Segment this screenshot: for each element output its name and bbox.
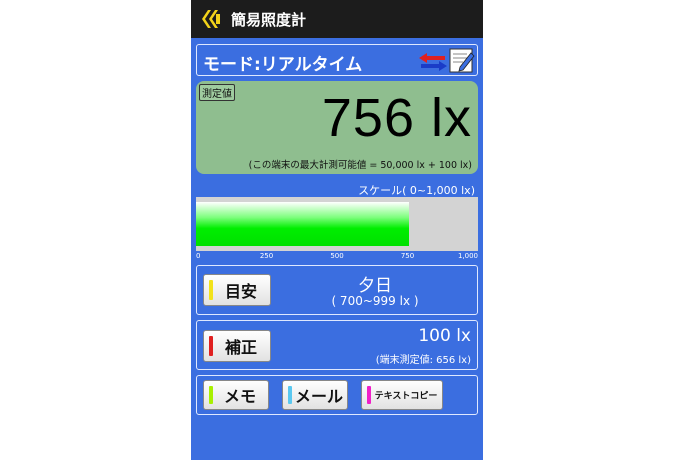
max-measurable-note: (この端末の最大計測可能値 = 50,000 lx + 100 lx) [248,160,472,171]
correction-row: 補正 100 lx (端末測定値: 656 lx) [196,320,478,370]
scale-label: スケール( 0~1,000 lx) [358,184,475,197]
memo-button[interactable]: メモ [203,380,269,410]
app-title: 簡易照度計 [231,11,307,29]
guide-button-stripe [209,280,213,300]
guide-level-range: ( 700~999 lx ) [331,294,419,308]
mail-button-label: メール [295,387,344,406]
correction-button-label: 補正 [224,338,257,357]
scale-tick-label: 1,000 [457,252,478,260]
title-bar: 簡易照度計 [191,0,483,38]
reading-tag: 測定値 [199,84,235,101]
device-measured-value: (端末測定値: 656 lx) [375,355,471,366]
text-copy-button-stripe [367,386,371,404]
back-chevron-icon[interactable] [199,8,223,30]
correction-value: 100 lx [418,326,471,346]
guide-button-label: 目安 [224,282,257,301]
scale-ticks: 0 250 500 750 1,000 [196,251,478,263]
text-copy-button[interactable]: テキストコピー [361,380,443,410]
lux-bar-fill [196,202,410,246]
memo-button-stripe [209,386,213,404]
scale-tick-label: 750 [400,252,415,260]
lux-bar-track [196,197,478,251]
reading-panel: 測定値 756 lx (この端末の最大計測可能値 = 50,000 lx + 1… [196,81,478,174]
guide-level-name: 夕日 [358,276,392,296]
scale-tick-label: 0 [196,252,201,260]
memo-button-label: メモ [223,387,256,406]
mail-button-stripe [288,386,292,404]
mode-bar: モード:リアルタイム [196,44,478,76]
guide-row: 目安 夕日 ( 700~999 lx ) [196,265,478,315]
text-copy-button-label: テキストコピー [374,391,438,402]
mode-label: モード:リアルタイム [203,55,363,75]
scale-tick-label: 500 [330,252,344,260]
correction-button-stripe [209,336,213,356]
lux-reading-value: 756 lx [321,88,472,148]
app-screen: 簡易照度計 モード:リアルタイム 測定値 756 lx (この端末の最大計測可能… [191,0,483,460]
memo-edit-icon[interactable] [449,47,475,74]
correction-button[interactable]: 補正 [203,330,271,362]
scale-tick-label: 250 [259,252,274,260]
action-buttons-row: メモ メール テキストコピー [196,375,478,415]
mail-button[interactable]: メール [282,380,348,410]
swap-arrows-icon[interactable] [419,53,447,71]
guide-button[interactable]: 目安 [203,274,271,306]
